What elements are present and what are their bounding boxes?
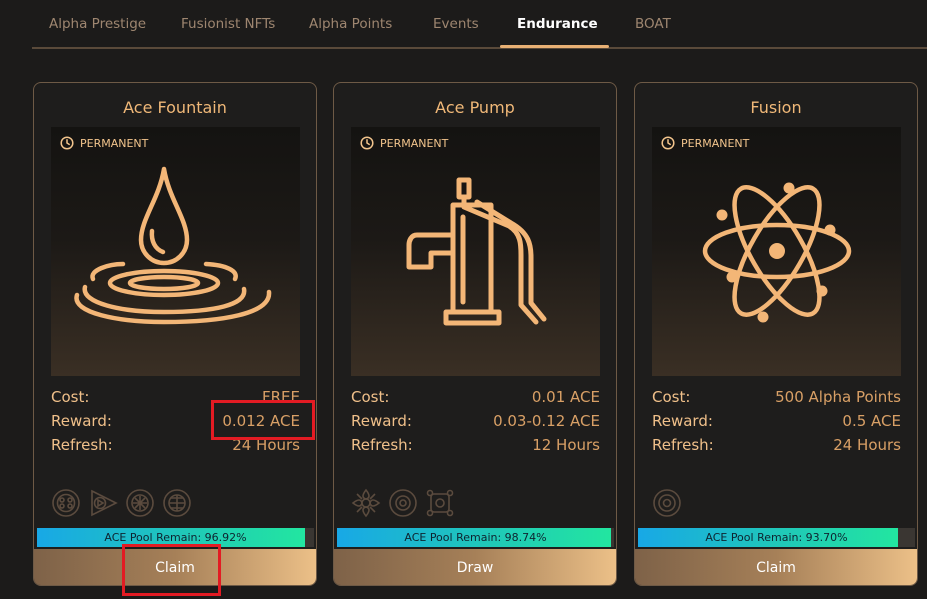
reward-label: Reward: — [351, 412, 412, 430]
reward-label: Reward: — [652, 412, 713, 430]
card-image: PERMANENT — [652, 127, 901, 376]
water-drop-icon — [74, 166, 272, 325]
refresh-value: 24 Hours — [833, 436, 901, 454]
active-tab-indicator — [500, 45, 609, 48]
cost-value: 500 Alpha Points — [775, 388, 901, 406]
atom-icon — [702, 182, 852, 323]
ace-pool-progress: ACE Pool Remain: 98.74% — [337, 528, 614, 547]
tab-bar: Alpha Prestige Fusionist NFTs Alpha Poin… — [32, 0, 927, 49]
reward-value: 0.03-0.12 ACE — [493, 412, 600, 430]
card-fusion: Fusion PERMANENT Cost: 500 Alpha Points … — [634, 82, 918, 586]
ace-pool-label: ACE Pool Remain: 93.70% — [705, 531, 848, 544]
cost-label: Cost: — [51, 388, 90, 406]
cost-value: 0.01 ACE — [531, 388, 600, 406]
card-info: Cost: 0.01 ACE Reward: 0.03-0.12 ACE Refre… — [351, 385, 600, 457]
card-ace-pump: Ace Pump PERMANENT Cost: 0.01 ACE Reward:… — [333, 82, 617, 586]
nft-badges — [50, 487, 193, 519]
refresh-label: Refresh: — [51, 436, 113, 454]
gear-badge-icon — [124, 487, 156, 519]
reward-highlight-box — [211, 400, 315, 440]
ace-pool-label: ACE Pool Remain: 98.74% — [404, 531, 547, 544]
card-title: Fusion — [750, 98, 802, 117]
reward-label: Reward: — [51, 412, 112, 430]
tab-alpha-points[interactable]: Alpha Points — [309, 16, 392, 32]
tab-endurance[interactable]: Endurance — [517, 16, 598, 32]
nft-badges — [651, 487, 683, 519]
card-ace-fountain: Ace Fountain PERMANENT Cost: FREE Reward:… — [33, 82, 317, 586]
claim-highlight-box — [122, 544, 221, 596]
cost-label: Cost: — [351, 388, 390, 406]
tab-fusionist-nfts[interactable]: Fusionist NFTs — [181, 16, 275, 32]
card-info: Cost: 500 Alpha Points Reward: 0.5 ACE Ref… — [652, 385, 901, 457]
reward-value: 0.5 ACE — [842, 412, 901, 430]
ace-pool-progress: ACE Pool Remain: 93.70% — [638, 528, 915, 547]
speaker-badge-icon — [50, 487, 82, 519]
refresh-label: Refresh: — [351, 436, 413, 454]
globe-badge-icon — [161, 487, 193, 519]
tab-boat[interactable]: BOAT — [635, 16, 671, 32]
ring-badge-icon — [651, 487, 683, 519]
claim-button[interactable]: Claim — [635, 549, 917, 585]
draw-button[interactable]: Draw — [334, 549, 616, 585]
card-image: PERMANENT — [51, 127, 300, 376]
sun-badge-icon — [387, 487, 419, 519]
card-title: Ace Pump — [435, 98, 515, 117]
card-image: PERMANENT — [351, 127, 600, 376]
tab-events[interactable]: Events — [433, 16, 479, 32]
chip-badge-icon — [424, 487, 456, 519]
play-badge-icon — [87, 487, 119, 519]
tab-alpha-prestige[interactable]: Alpha Prestige — [49, 16, 146, 32]
refresh-label: Refresh: — [652, 436, 714, 454]
nft-badges — [350, 487, 456, 519]
cost-label: Cost: — [652, 388, 691, 406]
refresh-value: 12 Hours — [532, 436, 600, 454]
card-title: Ace Fountain — [123, 98, 227, 117]
flower-badge-icon — [350, 487, 382, 519]
water-pump-icon — [406, 177, 547, 326]
